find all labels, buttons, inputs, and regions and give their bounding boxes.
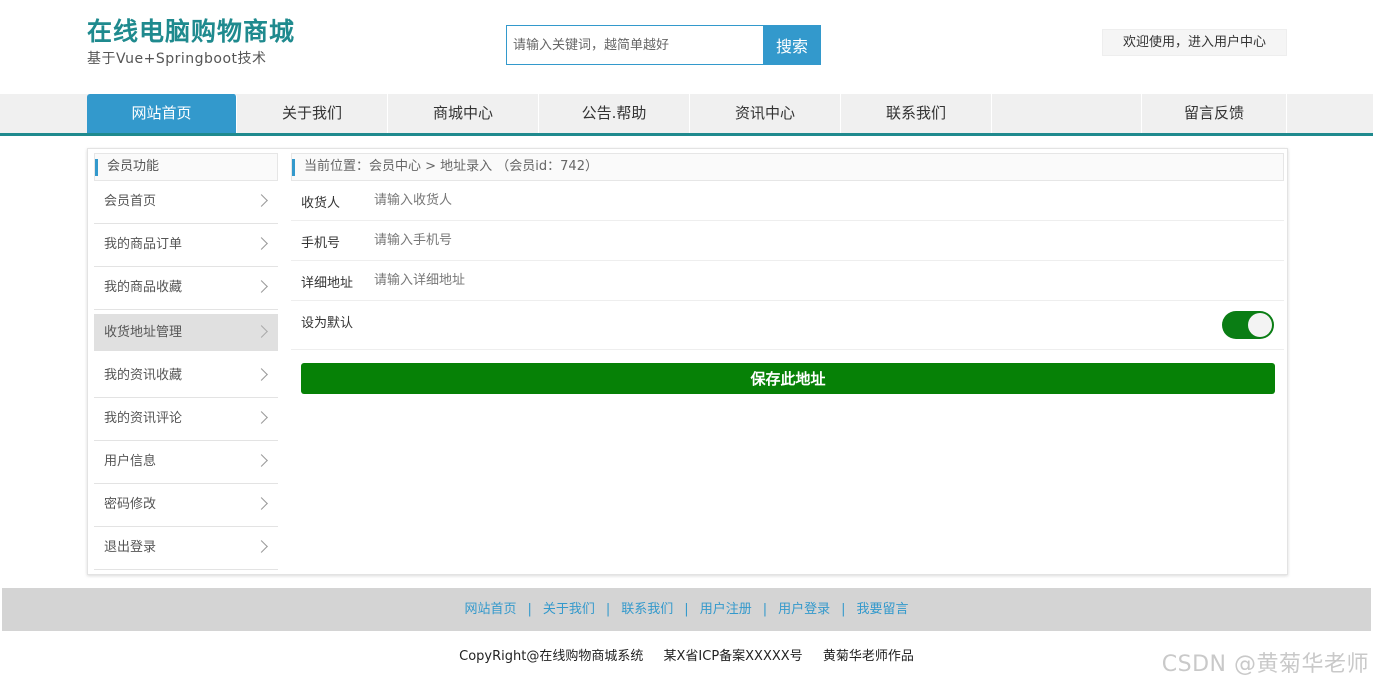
sidebar-title: 会员功能 — [94, 153, 278, 181]
footer-link-about[interactable]: 关于我们 — [543, 602, 595, 617]
chevron-right-icon — [255, 194, 268, 207]
phone-input[interactable] — [374, 229, 974, 251]
chevron-right-icon — [255, 540, 268, 553]
site-subtitle: 基于Vue+Springboot技术 — [87, 51, 267, 67]
default-row: 设为默认 — [291, 301, 1284, 350]
footer-link-register[interactable]: 用户注册 — [700, 602, 752, 617]
nav-item-about[interactable]: 关于我们 — [237, 94, 388, 133]
author-text: 黄菊华老师作品 — [822, 649, 914, 664]
user-center-link[interactable]: 欢迎使用，进入用户中心 — [1102, 29, 1287, 56]
footer-separator: | — [762, 602, 768, 617]
address-form-area: 当前位置：会员中心 > 地址录入 （会员id：742） 收货人 手机号 详细地址… — [291, 153, 1284, 394]
member-sidebar: 会员功能 会员首页 我的商品订单 我的商品收藏 收货地址管理 我的资讯收藏 我的… — [94, 153, 278, 570]
sidebar-item-label: 退出登录 — [104, 540, 157, 555]
footer-separator: | — [684, 602, 689, 617]
sidebar-item-address[interactable]: 收货地址管理 — [94, 314, 278, 351]
footer-link-contact[interactable]: 联系我们 — [621, 602, 673, 617]
nav-item-mall[interactable]: 商城中心 — [388, 94, 539, 133]
footer-separator: | — [605, 602, 611, 617]
sidebar-item-home[interactable]: 会员首页 — [94, 181, 278, 224]
sidebar-item-news-favorites[interactable]: 我的资讯收藏 — [94, 355, 278, 398]
sidebar-item-orders[interactable]: 我的商品订单 — [94, 224, 278, 267]
sidebar-item-password[interactable]: 密码修改 — [94, 484, 278, 527]
nav-item-notice[interactable]: 公告.帮助 — [539, 94, 690, 133]
nav-item-feedback[interactable]: 留言反馈 — [1142, 94, 1287, 133]
sidebar-item-label: 我的资讯收藏 — [104, 368, 183, 383]
sidebar-item-label: 我的商品订单 — [104, 237, 183, 252]
footer-link-login[interactable]: 用户登录 — [778, 602, 830, 617]
chevron-right-icon — [255, 325, 268, 338]
footer-separator: | — [527, 602, 532, 617]
nav-item-news[interactable]: 资讯中心 — [690, 94, 841, 133]
icp-text: 某X省ICP备案XXXXX号 — [663, 649, 803, 664]
search-input[interactable] — [506, 25, 763, 65]
receiver-label: 收货人 — [301, 196, 341, 211]
footer-links: 网站首页 | 关于我们 | 联系我们 | 用户注册 | 用户登录 | 我要留言 — [2, 588, 1371, 631]
address-label: 详细地址 — [301, 276, 354, 291]
main-nav: 网站首页 关于我们 商城中心 公告.帮助 资讯中心 联系我们 留言反馈 — [0, 94, 1373, 136]
chevron-right-icon — [255, 497, 268, 510]
sidebar-item-label: 收货地址管理 — [104, 325, 183, 340]
sidebar-item-user-info[interactable]: 用户信息 — [94, 441, 278, 484]
sidebar-item-logout[interactable]: 退出登录 — [94, 527, 278, 570]
member-panel: 会员功能 会员首页 我的商品订单 我的商品收藏 收货地址管理 我的资讯收藏 我的… — [87, 148, 1288, 575]
nav-item-contact[interactable]: 联系我们 — [841, 94, 992, 133]
sidebar-item-label: 我的商品收藏 — [104, 280, 183, 295]
default-label: 设为默认 — [301, 316, 354, 331]
sidebar-item-label: 会员首页 — [104, 194, 157, 209]
address-row: 详细地址 — [291, 261, 1284, 301]
chevron-right-icon — [255, 237, 268, 250]
footer-link-message[interactable]: 我要留言 — [857, 602, 909, 617]
sidebar-item-label: 用户信息 — [104, 454, 157, 469]
footer-link-home[interactable]: 网站首页 — [464, 602, 516, 617]
site-title: 在线电脑购物商城 — [87, 17, 296, 46]
chevron-right-icon — [255, 454, 268, 467]
default-toggle[interactable] — [1222, 311, 1274, 339]
chevron-right-icon — [255, 368, 268, 381]
address-input[interactable] — [374, 269, 974, 291]
receiver-row: 收货人 — [291, 181, 1284, 221]
watermark: CSDN @黄菊华老师 — [1161, 652, 1369, 677]
save-address-button[interactable]: 保存此地址 — [301, 363, 1275, 394]
nav-spacer — [992, 94, 1142, 133]
toggle-knob — [1248, 313, 1272, 337]
footer-separator: | — [841, 602, 846, 617]
site-header: 在线电脑购物商城 基于Vue+Springboot技术 搜索 欢迎使用，进入用户… — [0, 0, 1373, 94]
sidebar-item-news-comments[interactable]: 我的资讯评论 — [94, 398, 278, 441]
search-button[interactable]: 搜索 — [763, 25, 821, 65]
search-box: 搜索 — [506, 25, 821, 65]
sidebar-item-label: 密码修改 — [104, 497, 157, 512]
phone-label: 手机号 — [301, 236, 341, 251]
phone-row: 手机号 — [291, 221, 1284, 261]
sidebar-item-label: 我的资讯评论 — [104, 411, 183, 426]
sidebar-item-favorites[interactable]: 我的商品收藏 — [94, 267, 278, 310]
receiver-input[interactable] — [374, 189, 974, 211]
nav-item-home[interactable]: 网站首页 — [87, 94, 237, 133]
site-logo[interactable]: 在线电脑购物商城 基于Vue+Springboot技术 — [87, 16, 295, 70]
copyright-text: CopyRight@在线购物商城系统 — [459, 649, 644, 664]
chevron-right-icon — [255, 411, 268, 424]
breadcrumb: 当前位置：会员中心 > 地址录入 （会员id：742） — [291, 153, 1284, 181]
nav-items: 网站首页 关于我们 商城中心 公告.帮助 资讯中心 联系我们 留言反馈 — [87, 94, 1287, 133]
chevron-right-icon — [255, 280, 268, 293]
